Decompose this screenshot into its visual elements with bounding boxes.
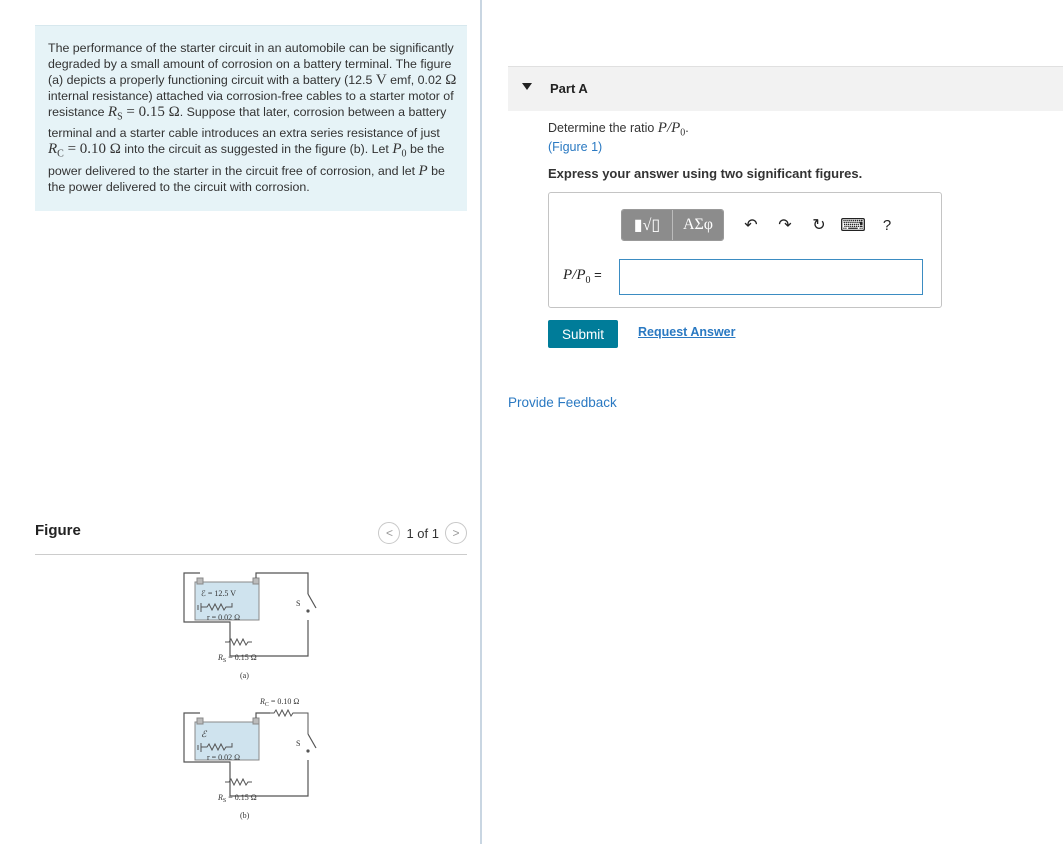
request-answer-link[interactable]: Request Answer <box>638 325 735 339</box>
circuit-b: RC = 0.10 Ω S ℰ r = 0.02 Ω RS = 0.15 Ω (… <box>183 697 317 820</box>
switch-a <box>307 593 317 609</box>
symbols-button[interactable]: ΑΣφ <box>672 210 723 240</box>
submit-button[interactable]: Submit <box>548 320 618 348</box>
question-math: P/P <box>657 120 681 136</box>
problem-statement-box: The performance of the starter circuit i… <box>35 25 467 211</box>
rs-a-resistor <box>225 637 252 647</box>
terminal-a-right <box>252 577 260 585</box>
answer-box: ▮√▯ ΑΣφ ↶ ↷ ↻ ⌨ ? P/P0 = <box>548 192 942 308</box>
switch-a-label: S <box>296 599 300 608</box>
switch-b <box>307 733 317 749</box>
p-symbol: P <box>418 162 428 179</box>
provide-feedback-link[interactable]: Provide Feedback <box>508 395 617 410</box>
switch-b-label: S <box>296 739 300 748</box>
wire-a-top-right <box>255 572 309 594</box>
switch-b-contact <box>306 749 310 753</box>
caption-b: (b) <box>240 811 250 820</box>
answer-input[interactable] <box>619 259 923 295</box>
figure-pager: < 1 of 1 > <box>378 522 467 544</box>
unit-ohm: Ω <box>445 72 457 88</box>
terminal-b-left <box>196 717 204 725</box>
prev-figure-button[interactable]: < <box>378 522 401 544</box>
rs-symbol: R <box>107 104 118 120</box>
wire-b-top-mid <box>255 712 270 718</box>
rc-subscript: C <box>57 148 64 160</box>
help-icon[interactable]: ? <box>874 210 900 240</box>
r-b-label: r = 0.02 Ω <box>207 753 240 762</box>
figure-page-count: 1 of 1 <box>406 525 439 541</box>
unit-volt: V <box>375 72 387 88</box>
next-figure-button[interactable]: > <box>445 522 467 544</box>
figure-link[interactable]: (Figure 1) <box>548 140 602 154</box>
problem-text-5: into the circuit as suggested in the fig… <box>120 142 393 157</box>
template-button-group: ▮√▯ ΑΣφ <box>621 209 724 241</box>
answer-label-eq: = <box>590 267 602 282</box>
rc-value: = 0.10 Ω <box>63 141 121 158</box>
rs-a-label: RS = 0.15 Ω <box>217 653 257 664</box>
switch-a-contact <box>306 609 310 613</box>
rs-b-resistor <box>225 777 252 787</box>
reset-icon[interactable]: ↻ <box>806 210 832 240</box>
emf-a-label: ℰ = 12.5 V <box>201 589 236 598</box>
terminal-b-right <box>252 717 260 725</box>
problem-text-2: emf, 0.02 <box>386 73 446 87</box>
templates-button[interactable]: ▮√▯ <box>622 210 672 240</box>
terminal-a-left <box>196 577 204 585</box>
caption-a: (a) <box>240 671 249 680</box>
question-text: Determine the ratio P/P0. <box>548 120 689 139</box>
left-pane: The performance of the starter circuit i… <box>0 0 480 844</box>
p0-symbol: P <box>392 141 402 158</box>
question-prefix: Determine the ratio <box>548 121 658 135</box>
math-toolbar: ▮√▯ ΑΣφ ↶ ↷ ↻ ⌨ ? <box>621 207 900 243</box>
undo-icon[interactable]: ↶ <box>738 210 764 240</box>
rc-b-label: RC = 0.10 Ω <box>259 697 299 708</box>
circuit-a: S ℰ = 12.5 V r = 0.02 Ω RS = 0.15 Ω (a) <box>183 572 317 680</box>
rc-b-resistor <box>270 708 309 734</box>
answer-label: P/P0 = <box>563 267 602 286</box>
rs-value: = 0.15 Ω <box>122 104 180 120</box>
collapse-caret-icon[interactable] <box>522 83 532 90</box>
rc-symbol: R <box>48 141 58 158</box>
part-a-header[interactable]: Part A <box>508 66 1063 111</box>
redo-icon[interactable]: ↷ <box>772 210 798 240</box>
rs-b-label: RS = 0.15 Ω <box>217 793 257 804</box>
figure-header: Figure < 1 of 1 > <box>35 520 467 555</box>
figure-title: Figure <box>35 522 81 539</box>
question-suffix: . <box>685 121 689 135</box>
keyboard-icon[interactable]: ⌨ <box>840 210 866 240</box>
pane-divider[interactable] <box>480 0 482 844</box>
circuit-figure: S ℰ = 12.5 V r = 0.02 Ω RS = 0.15 Ω (a) … <box>183 572 317 820</box>
instruction-text: Express your answer using two significan… <box>548 166 863 181</box>
answer-label-math: P/P <box>563 267 586 283</box>
problem-text: The performance of the starter circuit i… <box>48 40 458 195</box>
part-title: Part A <box>550 81 588 96</box>
r-a-label: r = 0.02 Ω <box>207 613 240 622</box>
